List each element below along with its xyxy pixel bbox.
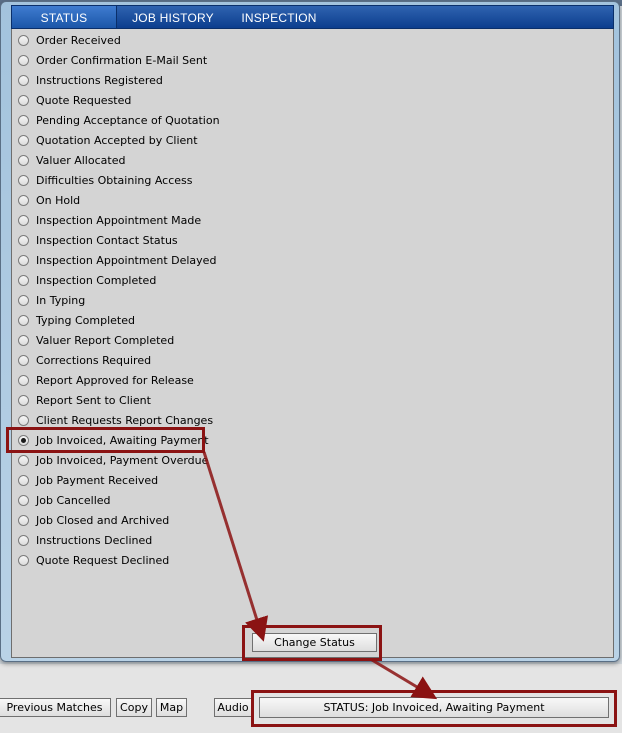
status-option-label: In Typing (36, 294, 86, 307)
radio-unselected-icon[interactable] (18, 295, 29, 306)
status-panel: Order Received Order Confirmation E-Mail … (11, 29, 614, 658)
radio-unselected-icon[interactable] (18, 315, 29, 326)
status-option-label: Client Requests Report Changes (36, 414, 214, 427)
radio-unselected-icon[interactable] (18, 95, 29, 106)
radio-unselected-icon[interactable] (18, 55, 29, 66)
status-option[interactable]: Typing Completed (18, 312, 318, 332)
status-option-label: Instructions Registered (36, 74, 163, 87)
status-option[interactable]: Instructions Registered (18, 72, 318, 92)
status-option[interactable]: Report Approved for Release (18, 372, 318, 392)
status-option-label: Job Invoiced, Payment Overdue (36, 454, 209, 467)
status-option-label: Order Received (36, 34, 121, 47)
radio-unselected-icon[interactable] (18, 455, 29, 466)
status-option-label: Valuer Allocated (36, 154, 126, 167)
status-option[interactable]: Job Invoiced, Payment Overdue (18, 452, 318, 472)
status-option-label: Job Payment Received (36, 474, 159, 487)
radio-unselected-icon[interactable] (18, 215, 29, 226)
status-option[interactable]: Job Closed and Archived (18, 512, 318, 532)
radio-unselected-icon[interactable] (18, 495, 29, 506)
radio-unselected-icon[interactable] (18, 175, 29, 186)
radio-unselected-icon[interactable] (18, 535, 29, 546)
status-option-label: Inspection Contact Status (36, 234, 178, 247)
status-option[interactable]: Instructions Declined (18, 532, 318, 552)
status-option-label: Pending Acceptance of Quotation (36, 114, 220, 127)
status-option[interactable]: On Hold (18, 192, 318, 212)
tab-status[interactable]: STATUS (12, 6, 117, 28)
status-radio-list: Order Received Order Confirmation E-Mail … (18, 32, 318, 572)
status-option-label: Report Approved for Release (36, 374, 194, 387)
radio-unselected-icon[interactable] (18, 135, 29, 146)
status-option[interactable]: Order Received (18, 32, 318, 52)
radio-selected-icon[interactable] (18, 435, 29, 446)
status-option[interactable]: Valuer Report Completed (18, 332, 318, 352)
tab-job-history[interactable]: JOB HISTORY (128, 6, 218, 28)
status-option-label: Typing Completed (36, 314, 135, 327)
radio-unselected-icon[interactable] (18, 155, 29, 166)
tab-inspection[interactable]: INSPECTION (234, 6, 324, 28)
status-dialog: STATUS JOB HISTORY INSPECTION Order Rece… (0, 1, 620, 662)
status-option-label: Inspection Appointment Made (36, 214, 202, 227)
radio-unselected-icon[interactable] (18, 355, 29, 366)
status-option-label: Inspection Appointment Delayed (36, 254, 217, 267)
status-option-label: Quotation Accepted by Client (36, 134, 198, 147)
radio-unselected-icon[interactable] (18, 335, 29, 346)
status-option[interactable]: Order Confirmation E-Mail Sent (18, 52, 318, 72)
status-option-label: Valuer Report Completed (36, 334, 175, 347)
tab-bar: STATUS JOB HISTORY INSPECTION (11, 5, 614, 29)
change-status-button[interactable]: Change Status (252, 633, 377, 652)
status-option[interactable]: Job Cancelled (18, 492, 318, 512)
status-option-label: Report Sent to Client (36, 394, 151, 407)
status-option[interactable]: Valuer Allocated (18, 152, 318, 172)
status-option[interactable]: Inspection Contact Status (18, 232, 318, 252)
status-option[interactable]: Inspection Appointment Delayed (18, 252, 318, 272)
status-option[interactable]: In Typing (18, 292, 318, 312)
map-button[interactable]: Map (156, 698, 187, 717)
radio-unselected-icon[interactable] (18, 415, 29, 426)
radio-unselected-icon[interactable] (18, 75, 29, 86)
status-option-label: Order Confirmation E-Mail Sent (36, 54, 208, 67)
status-option-label: Job Invoiced, Awaiting Payment (36, 434, 209, 447)
status-option-label: Corrections Required (36, 354, 152, 367)
radio-unselected-icon[interactable] (18, 555, 29, 566)
status-option[interactable]: Inspection Completed (18, 272, 318, 292)
status-option[interactable]: Quote Requested (18, 92, 318, 112)
status-option[interactable]: Job Payment Received (18, 472, 318, 492)
status-option[interactable]: Difficulties Obtaining Access (18, 172, 318, 192)
previous-matches-button[interactable]: Previous Matches (0, 698, 111, 717)
radio-unselected-icon[interactable] (18, 515, 29, 526)
status-option[interactable]: Quotation Accepted by Client (18, 132, 318, 152)
copy-button[interactable]: Copy (116, 698, 152, 717)
status-option[interactable]: Quote Request Declined (18, 552, 318, 572)
status-option[interactable]: Job Invoiced, Awaiting Payment (18, 432, 318, 452)
status-option[interactable]: Inspection Appointment Made (18, 212, 318, 232)
status-option[interactable]: Report Sent to Client (18, 392, 318, 412)
radio-unselected-icon[interactable] (18, 275, 29, 286)
radio-unselected-icon[interactable] (18, 395, 29, 406)
status-option[interactable]: Corrections Required (18, 352, 318, 372)
status-option-label: Inspection Completed (36, 274, 157, 287)
status-option[interactable]: Pending Acceptance of Quotation (18, 112, 318, 132)
radio-unselected-icon[interactable] (18, 195, 29, 206)
radio-unselected-icon[interactable] (18, 375, 29, 386)
status-option-label: On Hold (36, 194, 81, 207)
status-display: STATUS: Job Invoiced, Awaiting Payment (259, 697, 609, 718)
status-option-label: Job Closed and Archived (36, 514, 170, 527)
radio-unselected-icon[interactable] (18, 255, 29, 266)
status-option-label: Quote Request Declined (36, 554, 170, 567)
status-option-label: Difficulties Obtaining Access (36, 174, 193, 187)
radio-unselected-icon[interactable] (18, 235, 29, 246)
status-option-label: Quote Requested (36, 94, 132, 107)
audio-button[interactable]: Audio (214, 698, 252, 717)
status-option-label: Instructions Declined (36, 534, 153, 547)
radio-unselected-icon[interactable] (18, 115, 29, 126)
radio-unselected-icon[interactable] (18, 35, 29, 46)
status-option[interactable]: Client Requests Report Changes (18, 412, 318, 432)
status-option-label: Job Cancelled (36, 494, 111, 507)
radio-unselected-icon[interactable] (18, 475, 29, 486)
